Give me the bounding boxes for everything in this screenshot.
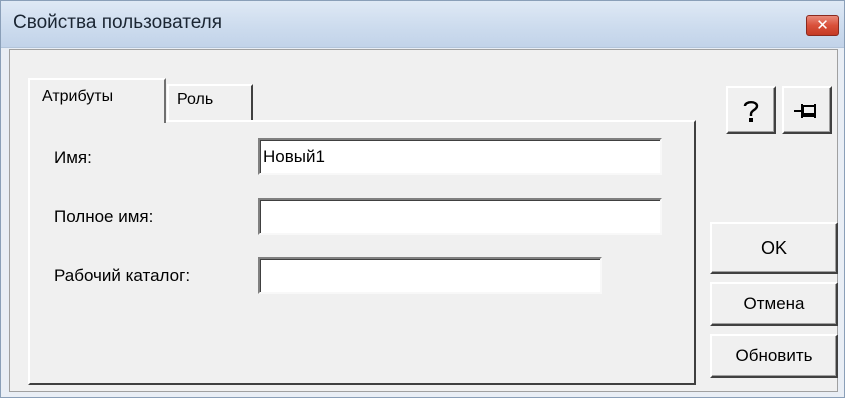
cancel-button-label: Отмена [743, 294, 805, 313]
tab-role-label: Роль [177, 91, 214, 108]
work-dir-field[interactable] [258, 257, 602, 294]
dialog-window: Свойства пользователя ✕ Атрибуты Роль Им… [0, 0, 845, 398]
pin-icon [794, 104, 816, 118]
dialog-body: Атрибуты Роль Имя: Новый1 Полное имя: Ра… [9, 49, 838, 392]
title-bar[interactable]: Свойства пользователя ✕ [1, 1, 844, 48]
name-label: Имя: [54, 148, 92, 167]
cancel-button[interactable]: Отмена [710, 282, 838, 326]
full-name-label: Полное имя: [54, 207, 154, 226]
ok-button[interactable]: OK [710, 222, 838, 274]
full-name-field[interactable] [258, 198, 662, 235]
refresh-button[interactable]: Обновить [710, 334, 838, 378]
work-dir-label: Рабочий каталог: [54, 266, 191, 285]
refresh-button-label: Обновить [735, 346, 813, 365]
tab-role[interactable]: Роль [167, 84, 253, 120]
pin-button[interactable] [782, 86, 832, 134]
tab-attributes-label: Атрибуты [42, 88, 114, 105]
help-button[interactable] [726, 86, 776, 134]
close-icon: ✕ [816, 17, 829, 34]
close-button[interactable]: ✕ [806, 15, 839, 36]
tab-attributes[interactable]: Атрибуты [28, 78, 166, 123]
name-field[interactable]: Новый1 [258, 138, 662, 175]
window-title: Свойства пользователя [13, 12, 223, 33]
tab-panel-attributes: Имя: Новый1 Полное имя: Рабочий каталог: [28, 120, 696, 385]
ok-button-label: OK [760, 238, 787, 258]
question-icon [743, 101, 759, 122]
